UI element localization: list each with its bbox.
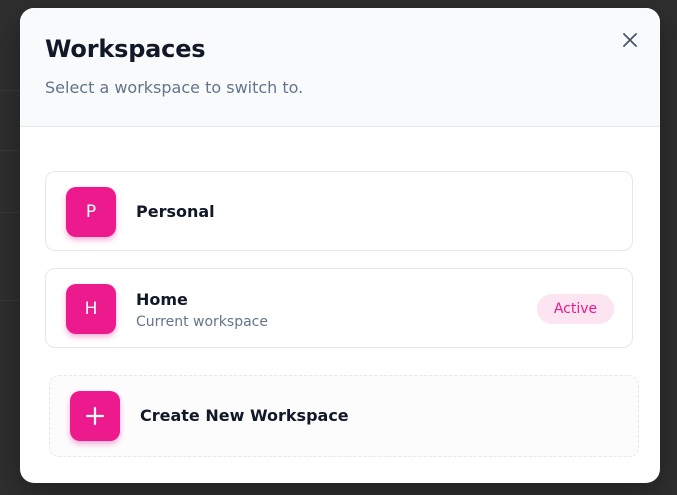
workspace-name: Home	[136, 290, 188, 309]
workspace-item-personal[interactable]: P Personal	[45, 171, 633, 251]
plus-icon	[85, 406, 105, 426]
background-divider	[0, 300, 20, 301]
create-workspace-label: Create New Workspace	[140, 406, 349, 425]
dialog-header: Workspaces Select a workspace to switch …	[20, 8, 660, 127]
background-divider	[0, 150, 20, 151]
dialog-title: Workspaces	[45, 35, 206, 63]
plus-icon-box	[70, 391, 120, 441]
close-icon	[623, 33, 637, 47]
active-badge: Active	[537, 294, 614, 324]
background-divider	[0, 212, 20, 213]
close-button[interactable]	[616, 26, 644, 54]
dialog-subtitle: Select a workspace to switch to.	[45, 78, 304, 97]
workspace-avatar: H	[66, 284, 116, 334]
workspace-name: Personal	[136, 202, 215, 221]
background-divider	[0, 90, 20, 91]
workspaces-dialog: Workspaces Select a workspace to switch …	[20, 8, 660, 483]
workspace-avatar: P	[66, 187, 116, 237]
create-workspace-button[interactable]: Create New Workspace	[49, 375, 639, 457]
workspace-item-home[interactable]: H Home Current workspace Active	[45, 268, 633, 348]
workspace-subtitle: Current workspace	[136, 314, 268, 330]
